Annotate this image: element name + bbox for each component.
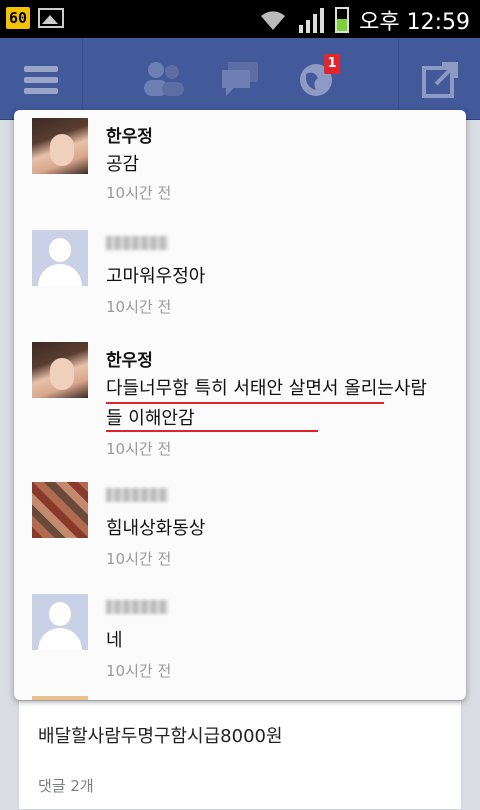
notification-text: 고마워우정아 [106,266,206,287]
notification-item[interactable]: 네 10시간 전 [14,586,466,700]
notification-time: 10시간 전 [106,298,172,316]
avatar [32,230,88,286]
feed-post-comments[interactable]: 댓글 2개 [38,775,94,796]
app-badge-icon: 60 [6,7,31,29]
notification-text: 공감 [106,154,140,175]
next-avatar-peek [32,696,88,700]
notification-author-redacted [106,600,168,614]
messages-icon[interactable] [220,60,260,98]
battery-icon [335,7,350,33]
friends-icon[interactable] [142,60,186,98]
avatar [32,482,88,538]
notification-time: 10시간 전 [106,184,172,202]
avatar [32,118,88,174]
notification-time: 10시간 전 [106,550,172,568]
avatar [32,342,88,398]
notification-author-redacted [106,488,168,502]
notification-item[interactable]: 고마워우정아 10시간 전 [14,222,466,336]
notifications-popup: 한우정 공감 10시간 전 고마워우정아 10시간 전 한우정 다들너무함 특히… [14,110,466,700]
notification-text: 힘내상화동상 [106,518,206,539]
signal-icon [299,8,325,33]
red-underline-mark [106,402,384,404]
notification-author-redacted [106,236,168,250]
status-bar: 60 오후 12:59 [0,0,480,38]
default-profile-icon [32,594,88,650]
notification-item[interactable]: 한우정 다들너무함 특히 서태안 살면서 올리는사람들 이해안감 10시간 전 [14,334,466,474]
feed-post-text: 배달할사람두명구함시급8000원 [38,726,283,747]
top-nav-bar: 1 [0,38,480,120]
red-underline-mark [106,430,318,432]
share-icon[interactable] [422,60,460,98]
notification-item[interactable]: 한우정 공감 10시간 전 [14,110,466,224]
default-profile-icon [32,230,88,286]
wifi-icon [261,11,286,30]
menu-icon[interactable] [24,66,58,99]
notification-author: 한우정 [106,127,153,147]
notification-time: 10시간 전 [106,662,172,680]
notification-item[interactable]: 힘내상화동상 10시간 전 [14,474,466,588]
notification-count-badge: 1 [324,54,340,74]
notification-text: 다들너무함 특히 서태안 살면서 올리는사람들 이해안감 [106,378,427,429]
notification-time: 10시간 전 [106,440,172,458]
notification-author: 한우정 [106,351,153,371]
gallery-icon [38,8,65,28]
clock: 오후 12:59 [359,10,470,35]
notification-text: 네 [106,630,123,651]
avatar [32,594,88,650]
